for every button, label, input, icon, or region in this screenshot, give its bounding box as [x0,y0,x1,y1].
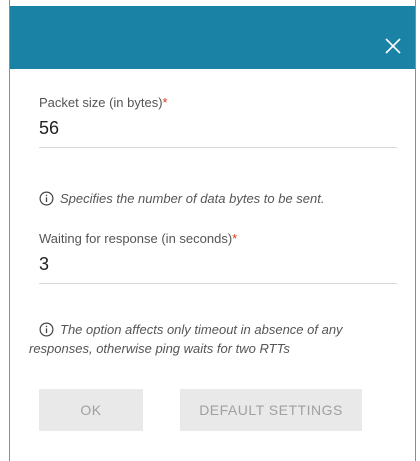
default-settings-button[interactable]: DEFAULT SETTINGS [180,389,362,431]
info-icon [39,191,54,206]
close-icon [385,38,401,54]
info-icon [39,322,54,337]
close-button[interactable] [383,36,403,56]
waiting-label: Waiting for response (in seconds)* [39,231,238,246]
dialog-header [10,6,415,69]
waiting-hint: The option affects only timeout in absen… [29,320,397,358]
packet-size-hint: Specifies the number of data bytes to be… [39,189,397,208]
required-mark: * [232,231,238,246]
waiting-field: Waiting for response (in seconds)* [39,230,397,284]
ok-button[interactable]: OK [39,389,143,431]
waiting-input[interactable] [39,250,397,284]
packet-size-field: Packet size (in bytes)* [39,94,397,148]
required-mark: * [162,95,168,110]
packet-size-label: Packet size (in bytes)* [39,95,168,110]
packet-size-input[interactable] [39,114,397,148]
dialog: Packet size (in bytes)* Specifies the nu… [9,0,416,461]
waiting-hint-line1: The option affects only timeout in absen… [39,320,397,339]
waiting-hint-line2: responses, otherwise ping waits for two … [29,341,290,356]
